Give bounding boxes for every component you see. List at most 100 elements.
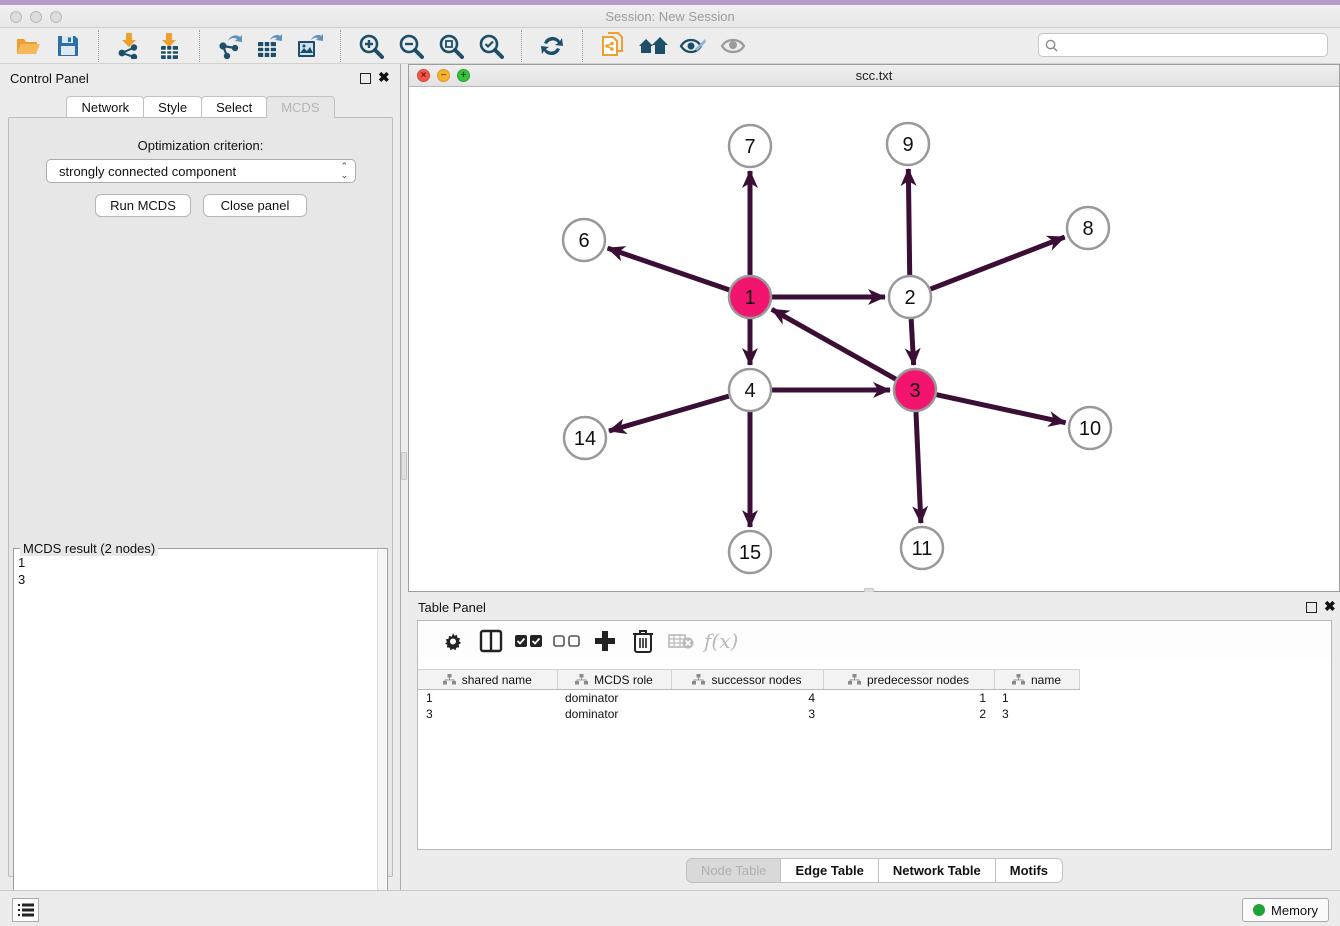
svg-text:15: 15	[739, 542, 761, 564]
control-panel-title: Control Panel	[10, 71, 89, 86]
select-all-icon[interactable]	[510, 625, 548, 657]
table-cell[interactable]: 1	[418, 690, 557, 706]
close-table-panel-icon[interactable]: ✖	[1324, 599, 1336, 613]
node-8[interactable]: 8	[1067, 207, 1109, 249]
result-scrollbar[interactable]	[377, 550, 386, 926]
edge-4-14[interactable]	[609, 396, 729, 431]
node-table[interactable]: shared nameMCDS rolesuccessor nodesprede…	[418, 669, 1080, 722]
edge-2-3[interactable]	[911, 319, 913, 365]
node-1[interactable]: 1	[729, 276, 771, 318]
network-window-titlebar[interactable]: × − + scc.txt	[409, 65, 1339, 87]
close-panel-icon[interactable]: ✖	[378, 70, 390, 84]
zoom-selected-icon[interactable]	[471, 30, 511, 62]
edge-3-10[interactable]	[936, 395, 1065, 423]
network-maximize-icon[interactable]: +	[457, 69, 470, 82]
table-cell[interactable]: 4	[671, 690, 823, 706]
float-panel-icon[interactable]	[360, 73, 371, 84]
tab-motifs[interactable]: Motifs	[995, 858, 1063, 883]
table-cell[interactable]: 3	[994, 706, 1079, 722]
save-icon[interactable]	[48, 30, 88, 62]
edge-3-11[interactable]	[916, 412, 921, 523]
table-row[interactable]: 3dominator323	[418, 706, 1079, 722]
node-2[interactable]: 2	[889, 276, 931, 318]
run-mcds-button[interactable]: Run MCDS	[95, 194, 191, 217]
tab-node-table[interactable]: Node Table	[686, 858, 782, 883]
window-title: Session: New Session	[0, 5, 1340, 28]
edge-1-6[interactable]	[608, 248, 730, 290]
edge-3-1[interactable]	[772, 309, 896, 379]
criterion-dropdown[interactable]: strongly connected component ⌃⌄	[46, 159, 356, 183]
export-image-icon[interactable]	[290, 30, 330, 62]
show-details-icon[interactable]	[713, 30, 753, 62]
svg-text:9: 9	[902, 134, 913, 156]
table-row[interactable]: 1dominator411	[418, 690, 1079, 706]
table-cell[interactable]: 2	[823, 706, 994, 722]
node-table-container: f(x) shared nameMCDS rolesuccessor nodes…	[417, 620, 1332, 850]
float-table-panel-icon[interactable]	[1306, 602, 1317, 613]
network-minimize-icon[interactable]: −	[437, 69, 450, 82]
zoom-out-icon[interactable]	[391, 30, 431, 62]
split-columns-icon[interactable]	[472, 625, 510, 657]
import-network-icon[interactable]	[109, 30, 149, 62]
close-panel-button[interactable]: Close panel	[203, 194, 307, 217]
column-header-predecessor-nodes[interactable]: predecessor nodes	[823, 670, 994, 690]
tab-network[interactable]: Network	[66, 96, 144, 118]
table-cell[interactable]: 1	[823, 690, 994, 706]
delete-icon[interactable]	[624, 625, 662, 657]
tab-edge-table[interactable]: Edge Table	[780, 858, 878, 883]
edge-2-9[interactable]	[908, 169, 909, 275]
zoom-fit-icon[interactable]	[431, 30, 471, 62]
edge-2-8[interactable]	[931, 237, 1065, 289]
node-14[interactable]: 14	[564, 417, 606, 459]
add-icon[interactable]	[586, 625, 624, 657]
column-header-MCDS-role[interactable]: MCDS role	[557, 670, 671, 690]
minimize-window-button[interactable]	[30, 11, 42, 23]
node-11[interactable]: 11	[901, 527, 943, 569]
node-10[interactable]: 10	[1069, 407, 1111, 449]
task-history-button[interactable]	[12, 898, 39, 922]
node-7[interactable]: 7	[729, 125, 771, 167]
memory-button[interactable]: Memory	[1242, 898, 1329, 922]
deselect-all-icon[interactable]	[548, 625, 586, 657]
network-from-file-icon[interactable]	[593, 30, 633, 62]
zoom-in-icon[interactable]	[351, 30, 391, 62]
delete-table-icon[interactable]	[662, 625, 700, 657]
import-table-icon[interactable]	[149, 30, 189, 62]
memory-label: Memory	[1271, 903, 1318, 918]
close-window-button[interactable]	[10, 11, 22, 23]
tab-network-table[interactable]: Network Table	[878, 858, 996, 883]
column-header-name[interactable]: name	[994, 670, 1079, 690]
open-folder-icon[interactable]	[8, 30, 48, 62]
tab-style[interactable]: Style	[143, 96, 202, 118]
network-close-icon[interactable]: ×	[417, 69, 430, 82]
tab-select[interactable]: Select	[201, 96, 267, 118]
vertical-splitter-handle[interactable]	[401, 452, 407, 480]
node-15[interactable]: 15	[729, 531, 771, 573]
home-networks-icon[interactable]	[633, 30, 673, 62]
node-6[interactable]: 6	[563, 219, 605, 261]
node-4[interactable]: 4	[729, 369, 771, 411]
hide-details-icon[interactable]	[673, 30, 713, 62]
svg-text:6: 6	[578, 230, 589, 252]
column-header-successor-nodes[interactable]: successor nodes	[671, 670, 823, 690]
column-header-shared-name[interactable]: shared name	[418, 670, 557, 690]
export-network-icon[interactable]	[210, 30, 250, 62]
mcds-result-lines: 1 3	[18, 554, 25, 588]
node-3[interactable]: 3	[894, 369, 936, 411]
network-canvas[interactable]: 7 9 6 8 1 2 4 3 14 10 15 11	[409, 87, 1339, 591]
node-9[interactable]: 9	[887, 123, 929, 165]
table-cell[interactable]: dominator	[557, 706, 671, 722]
table-cell[interactable]: 3	[418, 706, 557, 722]
export-table-icon[interactable]	[250, 30, 290, 62]
tab-mcds[interactable]: MCDS	[266, 96, 334, 118]
search-input[interactable]	[1063, 38, 1321, 52]
gear-icon[interactable]	[434, 625, 472, 657]
table-cell[interactable]: 1	[994, 690, 1079, 706]
function-builder-icon[interactable]: f(x)	[704, 629, 738, 653]
control-panel-tabs: NetworkStyleSelectMCDS	[0, 96, 400, 118]
zoom-window-button[interactable]	[50, 11, 62, 23]
table-cell[interactable]: 3	[671, 706, 823, 722]
refresh-icon[interactable]	[532, 30, 572, 62]
hierarchy-icon	[692, 674, 705, 685]
table-cell[interactable]: dominator	[557, 690, 671, 706]
